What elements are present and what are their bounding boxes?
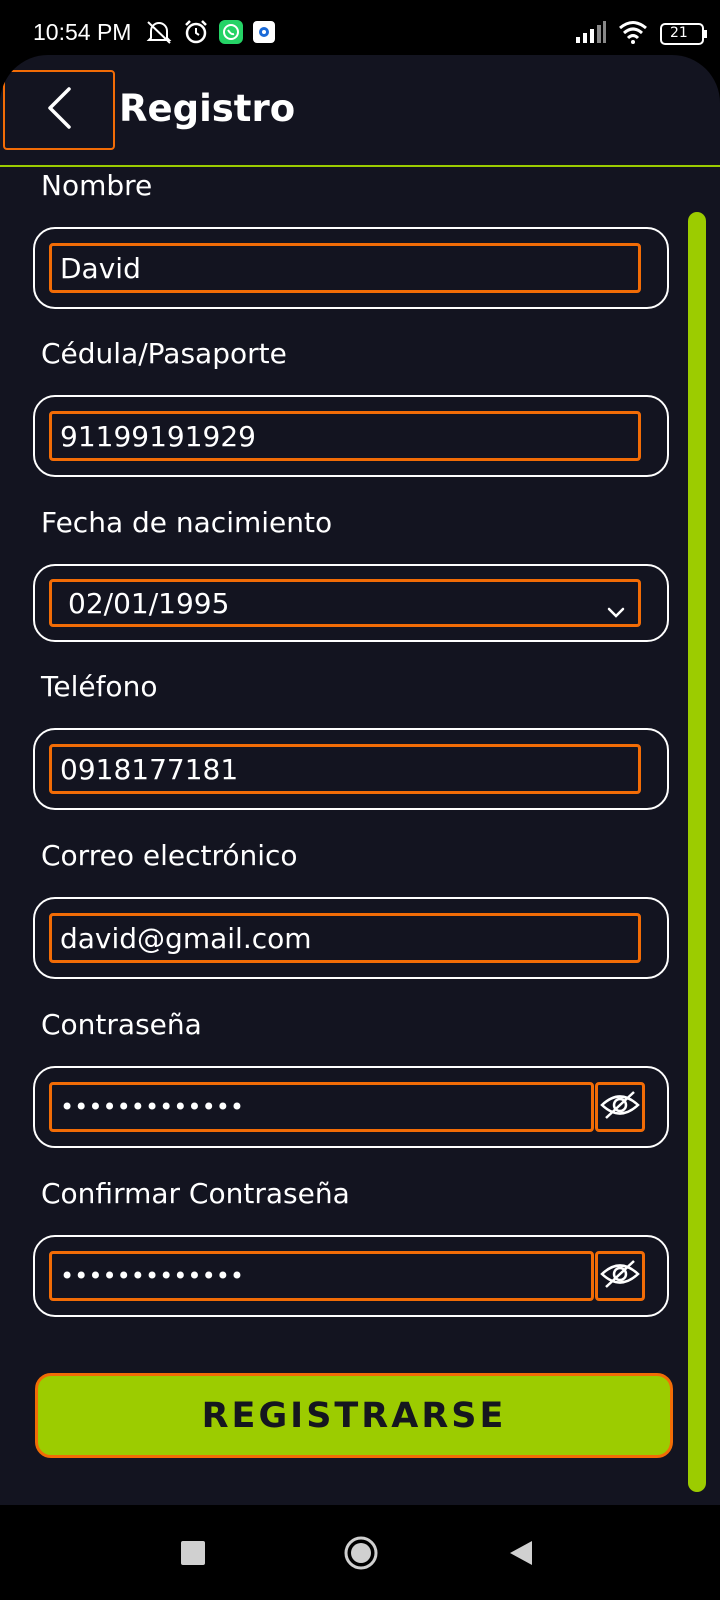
- confirm-password-input[interactable]: •••••••••••••: [49, 1251, 594, 1301]
- chevron-down-icon: [606, 594, 626, 627]
- phone-label: Teléfono: [41, 670, 158, 703]
- email-input[interactable]: david@gmail.com: [49, 913, 641, 963]
- birthdate-field[interactable]: 02/01/1995: [33, 564, 669, 642]
- whatsapp-icon: [219, 20, 243, 48]
- wifi-icon: [618, 20, 648, 48]
- recents-square-icon[interactable]: [181, 1541, 205, 1569]
- status-time: 10:54 PM: [33, 19, 132, 45]
- mute-alarm-icon: [145, 19, 173, 49]
- registration-screen: Registro Nombre David Cédula/Pasaporte 9…: [0, 55, 720, 1505]
- back-triangle-icon[interactable]: [508, 1539, 534, 1571]
- birthdate-label: Fecha de nacimiento: [41, 506, 333, 539]
- phone-input[interactable]: 0918177181: [49, 744, 641, 794]
- name-field[interactable]: David: [33, 227, 669, 309]
- app-notification-icon: [253, 21, 275, 47]
- page-title: Registro: [119, 87, 296, 130]
- id-document-field[interactable]: 91199191929: [33, 395, 669, 477]
- confirm-password-label: Confirmar Contraseña: [41, 1177, 350, 1210]
- birthdate-select[interactable]: 02/01/1995: [49, 579, 641, 627]
- confirm-password-field[interactable]: •••••••••••••: [33, 1235, 669, 1317]
- name-label: Nombre: [41, 169, 153, 202]
- id-document-label: Cédula/Pasaporte: [41, 337, 287, 370]
- phone-field[interactable]: 0918177181: [33, 728, 669, 810]
- system-nav-bar: [0, 1505, 720, 1600]
- status-icons-left: [145, 20, 275, 48]
- alarm-clock-icon: [183, 19, 209, 49]
- app-header: Registro: [0, 55, 720, 167]
- chevron-left-icon: [45, 86, 73, 134]
- home-circle-icon[interactable]: [343, 1535, 379, 1575]
- eye-off-icon: [600, 1090, 640, 1124]
- password-field[interactable]: •••••••••••••: [33, 1066, 669, 1148]
- register-button[interactable]: REGISTRARSE: [35, 1373, 673, 1458]
- back-button[interactable]: [3, 70, 115, 150]
- password-input[interactable]: •••••••••••••: [49, 1082, 594, 1132]
- birthdate-value: 02/01/1995: [68, 586, 230, 620]
- id-document-input[interactable]: 91199191929: [49, 411, 641, 461]
- password-visibility-toggle[interactable]: [595, 1082, 645, 1132]
- battery-level: 21: [670, 25, 688, 41]
- scrollbar[interactable]: [688, 212, 706, 1492]
- password-label: Contraseña: [41, 1008, 202, 1041]
- signal-icon: [576, 21, 606, 47]
- eye-off-icon: [600, 1259, 640, 1293]
- status-icons-right: 21: [576, 20, 708, 48]
- email-field[interactable]: david@gmail.com: [33, 897, 669, 979]
- status-bar: 10:54 PM 21: [0, 0, 720, 60]
- name-input[interactable]: David: [49, 243, 641, 293]
- email-label: Correo electrónico: [41, 839, 298, 872]
- confirm-password-visibility-toggle[interactable]: [595, 1251, 645, 1301]
- battery-icon: 21: [660, 23, 708, 45]
